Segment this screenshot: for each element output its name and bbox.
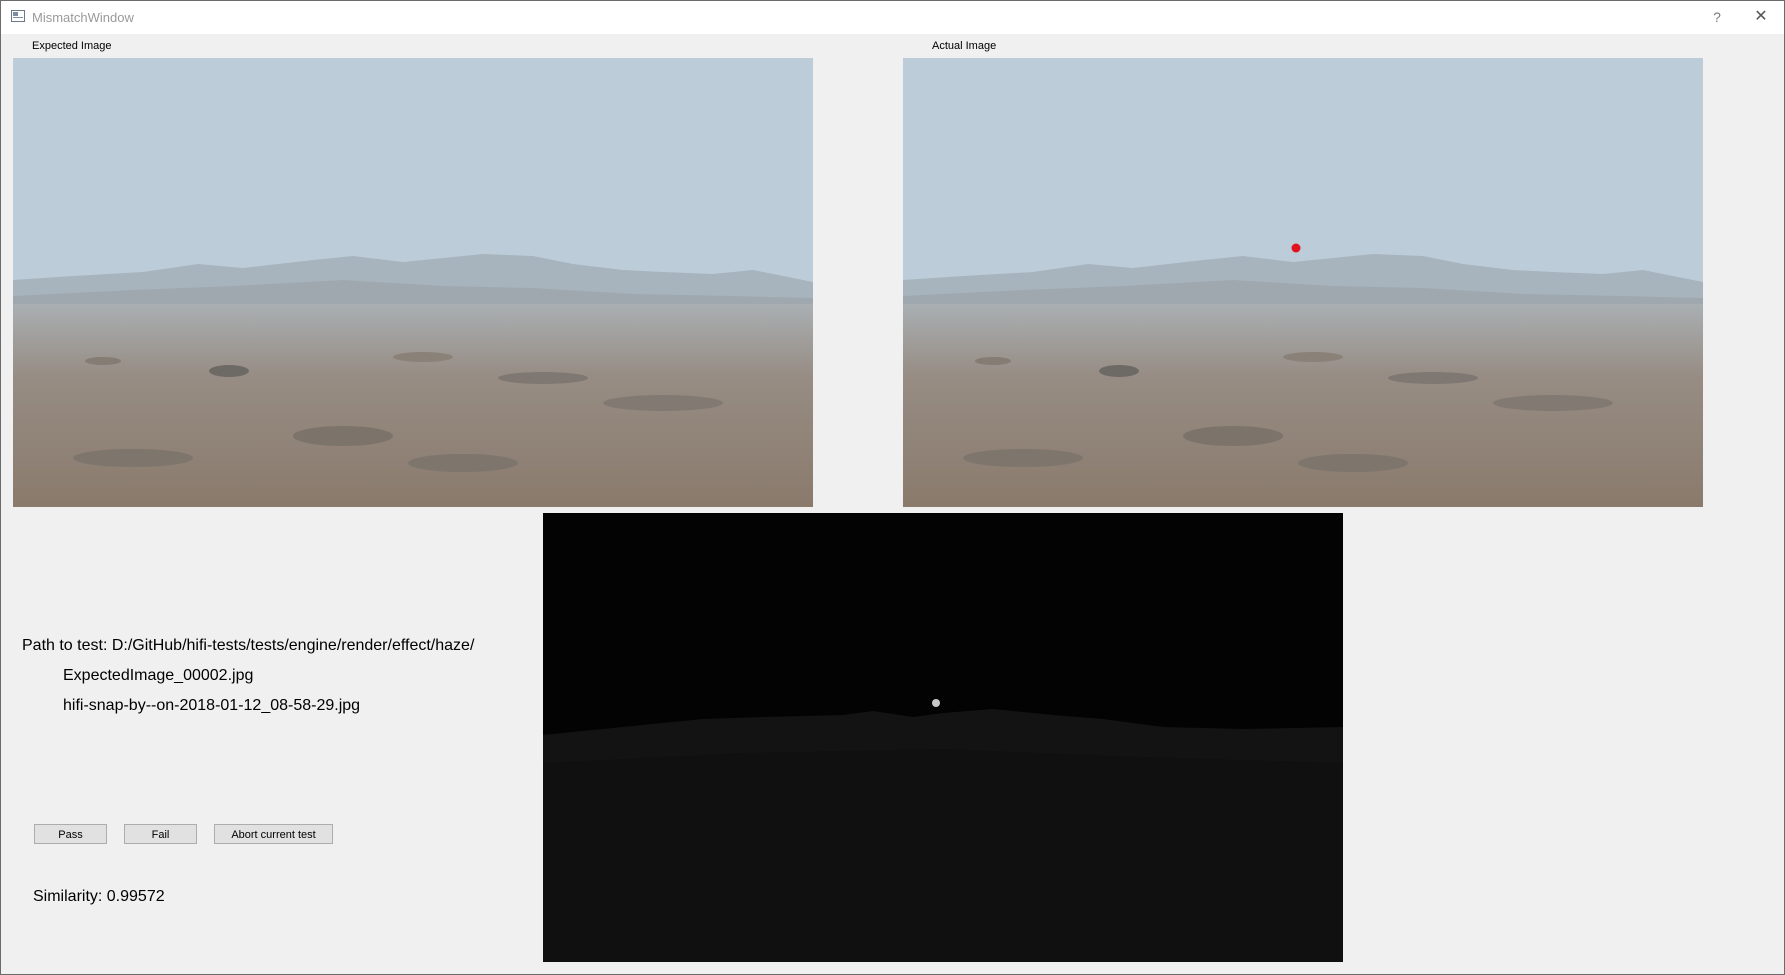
expected-image (13, 58, 813, 507)
window-app-icon (11, 10, 25, 22)
similarity-text: Similarity: 0.99572 (33, 888, 165, 905)
abort-test-button[interactable]: Abort current test (214, 824, 333, 844)
actual-filename-text: hifi-snap-by--on-2018-01-12_08-58-29.jpg (63, 697, 361, 714)
actual-image (903, 58, 1703, 507)
help-icon[interactable]: ? (1707, 7, 1727, 27)
expected-image-label: Expected Image (32, 40, 112, 52)
actual-image-label: Actual Image (932, 40, 997, 52)
mismatch-marker (1291, 243, 1301, 253)
difference-image (543, 513, 1343, 962)
window-title: MismatchWindow (32, 10, 134, 25)
test-path-text: Path to test: D:/GitHub/hifi-tests/tests… (22, 637, 475, 654)
diff-highlight (932, 699, 940, 707)
pass-button[interactable]: Pass (34, 824, 107, 844)
expected-filename-text: ExpectedImage_00002.jpg (63, 667, 254, 684)
fail-button[interactable]: Fail (124, 824, 197, 844)
title-bar[interactable]: MismatchWindow ? ✕ (1, 1, 1784, 34)
close-icon[interactable]: ✕ (1750, 7, 1772, 27)
mismatch-window: MismatchWindow ? ✕ Expected Image Actual… (0, 0, 1785, 975)
